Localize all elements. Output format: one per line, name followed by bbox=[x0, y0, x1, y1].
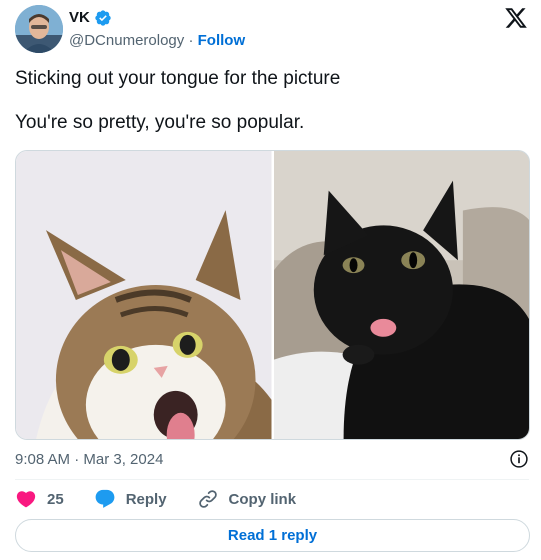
tweet-timestamp[interactable]: 9:08 AM · Mar 3, 2024 bbox=[15, 451, 163, 469]
avatar[interactable] bbox=[15, 5, 63, 53]
heart-icon bbox=[15, 488, 37, 510]
tweet-text-line-1: Sticking out your tongue for the picture bbox=[15, 68, 341, 89]
link-icon bbox=[197, 488, 219, 510]
tweet-text: Sticking out your tongue for the picture… bbox=[15, 66, 525, 136]
copy-link-label: Copy link bbox=[228, 490, 297, 508]
like-count: 25 bbox=[47, 490, 64, 508]
x-logo-icon[interactable] bbox=[504, 6, 528, 30]
handle-separator: · bbox=[184, 32, 198, 49]
author-display-name[interactable]: VK bbox=[69, 9, 90, 27]
photo-tabby-cat[interactable] bbox=[16, 151, 272, 439]
author-handle[interactable]: @DCnumerology bbox=[69, 32, 184, 49]
divider bbox=[15, 479, 529, 480]
tweet-card: VK @DCnumerology · Follow Sticking out y… bbox=[0, 0, 541, 560]
read-replies-button[interactable]: Read 1 reply bbox=[15, 519, 530, 552]
reply-label: Reply bbox=[125, 490, 167, 508]
verified-badge-icon bbox=[94, 9, 112, 27]
reply-bubble-icon bbox=[94, 488, 116, 510]
action-bar: 25 Reply Copy link bbox=[15, 488, 326, 510]
info-icon[interactable] bbox=[509, 449, 529, 469]
copy-link-button[interactable]: Copy link bbox=[197, 488, 297, 510]
photo-black-cat[interactable] bbox=[273, 151, 529, 439]
follow-button[interactable]: Follow bbox=[198, 32, 246, 49]
reply-button[interactable]: Reply bbox=[94, 488, 167, 510]
media-grid bbox=[15, 150, 530, 440]
tweet-text-line-2: You're so pretty, you're so popular. bbox=[15, 112, 305, 133]
author-handle-row: @DCnumerology · Follow bbox=[69, 32, 245, 50]
author-name-row: VK bbox=[69, 9, 112, 27]
like-button[interactable]: 25 bbox=[15, 488, 64, 510]
